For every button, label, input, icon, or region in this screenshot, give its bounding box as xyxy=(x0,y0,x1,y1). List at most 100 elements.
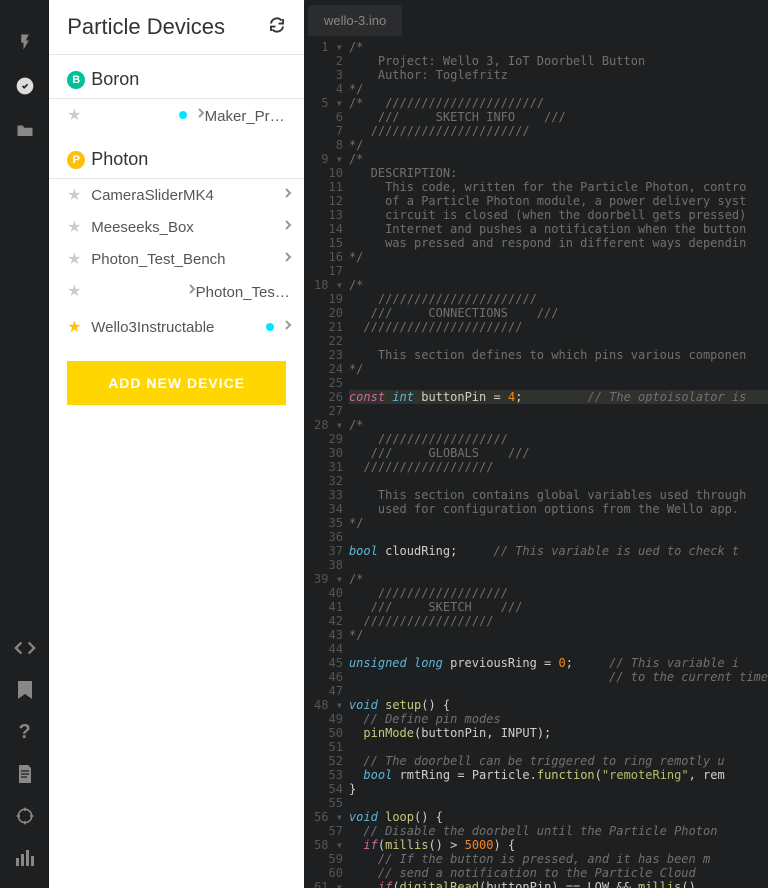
code-line: */ xyxy=(349,82,768,96)
code-line: was pressed and respond in different way… xyxy=(349,236,768,250)
line-number: 5 ▾ xyxy=(314,96,343,110)
star-icon[interactable]: ★ xyxy=(67,249,83,269)
refresh-icon[interactable] xyxy=(268,16,286,39)
line-number: 59 xyxy=(314,852,343,866)
line-number: 55 xyxy=(314,796,343,810)
code-line: /* xyxy=(349,152,768,166)
help-icon[interactable]: ? xyxy=(13,720,37,744)
star-icon[interactable]: ★ xyxy=(67,217,83,237)
line-number: 14 xyxy=(314,222,343,236)
platform-badge: B xyxy=(67,71,85,89)
line-number: 23 xyxy=(314,348,343,362)
line-number: 8 xyxy=(314,138,343,152)
device-item[interactable]: ★ Photon_Test_Bench_2 xyxy=(49,275,304,311)
code-line: // Define pin modes xyxy=(349,712,768,726)
bookmark-icon[interactable] xyxy=(13,678,37,702)
code-line: const int buttonPin = 4; // The optoisol… xyxy=(349,390,768,404)
verify-icon[interactable] xyxy=(13,74,37,98)
line-number: 41 xyxy=(314,600,343,614)
code-line: */ xyxy=(349,628,768,642)
code-line: void loop() { xyxy=(349,810,768,824)
chevron-right-icon xyxy=(284,186,292,204)
left-rail: ? xyxy=(0,0,49,888)
code-line: ////////////////// xyxy=(349,432,768,446)
line-number: 21 xyxy=(314,320,343,334)
code-line xyxy=(349,376,768,390)
code-line: /* ////////////////////// xyxy=(349,96,768,110)
code-line: pinMode(buttonPin, INPUT); xyxy=(349,726,768,740)
panel-title: Particle Devices xyxy=(67,14,225,40)
device-item[interactable]: ★ CameraSliderMK4 xyxy=(49,179,304,211)
line-number: 22 xyxy=(314,334,343,348)
console-icon[interactable] xyxy=(13,846,37,870)
device-item[interactable]: ★ Photon_Test_Bench xyxy=(49,243,304,275)
code-line: */ xyxy=(349,362,768,376)
line-number: 45 xyxy=(314,656,343,670)
code-line: */ xyxy=(349,138,768,152)
code-line: This section contains global variables u… xyxy=(349,488,768,502)
file-tab[interactable]: wello-3.ino xyxy=(308,5,402,36)
docs-icon[interactable] xyxy=(13,762,37,786)
device-item[interactable]: ★ Maker_Pro_Boron_Intro xyxy=(49,99,304,135)
line-number: 42 xyxy=(314,614,343,628)
star-icon[interactable]: ★ xyxy=(67,185,83,205)
code-line xyxy=(349,334,768,348)
star-icon[interactable]: ★ xyxy=(67,105,83,125)
code-line: /// GLOBALS /// xyxy=(349,446,768,460)
code-line xyxy=(349,684,768,698)
code-line: This section defines to which pins vario… xyxy=(349,348,768,362)
line-number: 28 ▾ xyxy=(314,418,343,432)
device-item[interactable]: ★ Wello3Instructable xyxy=(49,311,304,343)
line-number: 32 xyxy=(314,474,343,488)
device-name: CameraSliderMK4 xyxy=(91,187,284,204)
line-number: 18 ▾ xyxy=(314,278,343,292)
line-number: 30 xyxy=(314,446,343,460)
line-number: 36 xyxy=(314,530,343,544)
flash-icon[interactable] xyxy=(13,30,37,54)
code-line: Project: Wello 3, IoT Doorbell Button xyxy=(349,54,768,68)
panel-header: Particle Devices xyxy=(49,0,304,55)
star-icon[interactable]: ★ xyxy=(67,317,83,337)
line-number: 61 ▾ xyxy=(314,880,343,888)
code-line: /* xyxy=(349,278,768,292)
editor: wello-3.ino 1 ▾2 3 4 5 ▾6 7 8 9 ▾10 11 1… xyxy=(304,0,768,888)
devices-panel: Particle Devices BBoron ★ Maker_Pro_Boro… xyxy=(49,0,304,888)
line-number: 53 xyxy=(314,768,343,782)
add-device-button[interactable]: ADD NEW DEVICE xyxy=(67,361,286,405)
code-line xyxy=(349,264,768,278)
line-number: 2 xyxy=(314,54,343,68)
code-line: // to the current time xyxy=(349,670,768,684)
line-number: 54 xyxy=(314,782,343,796)
line-number: 1 ▾ xyxy=(314,40,343,54)
line-number: 57 xyxy=(314,824,343,838)
code-line: Author: Toglefritz xyxy=(349,68,768,82)
platform-badge: P xyxy=(67,151,85,169)
chevron-right-icon xyxy=(188,282,196,300)
platform-section: P Photon xyxy=(49,135,304,179)
line-number: 35 xyxy=(314,516,343,530)
line-number: 60 xyxy=(314,866,343,880)
target-icon[interactable] xyxy=(13,804,37,828)
code-area[interactable]: 1 ▾2 3 4 5 ▾6 7 8 9 ▾10 11 12 13 14 15 1… xyxy=(304,36,768,888)
code-line: // The doorbell can be triggered to ring… xyxy=(349,754,768,768)
code-line: unsigned long previousRing = 0; // This … xyxy=(349,656,768,670)
line-number: 52 xyxy=(314,754,343,768)
code-line: ////////////////////// xyxy=(349,320,768,334)
device-item[interactable]: ★ Meeseeks_Box xyxy=(49,211,304,243)
line-number: 19 xyxy=(314,292,343,306)
platform-name: Photon xyxy=(91,149,148,170)
star-icon[interactable]: ★ xyxy=(67,281,83,301)
line-number: 43 xyxy=(314,628,343,642)
chevron-right-icon xyxy=(284,318,292,336)
code-line xyxy=(349,558,768,572)
folder-icon[interactable] xyxy=(13,118,37,142)
line-number: 7 xyxy=(314,124,343,138)
code-icon[interactable] xyxy=(13,636,37,660)
code-line: // If the button is pressed, and it has … xyxy=(349,852,768,866)
code-line xyxy=(349,740,768,754)
code-line: */ xyxy=(349,250,768,264)
online-dot xyxy=(179,111,187,119)
code-line: /// SKETCH /// xyxy=(349,600,768,614)
device-name: Photon_Test_Bench_2 xyxy=(196,284,292,301)
line-number: 33 xyxy=(314,488,343,502)
